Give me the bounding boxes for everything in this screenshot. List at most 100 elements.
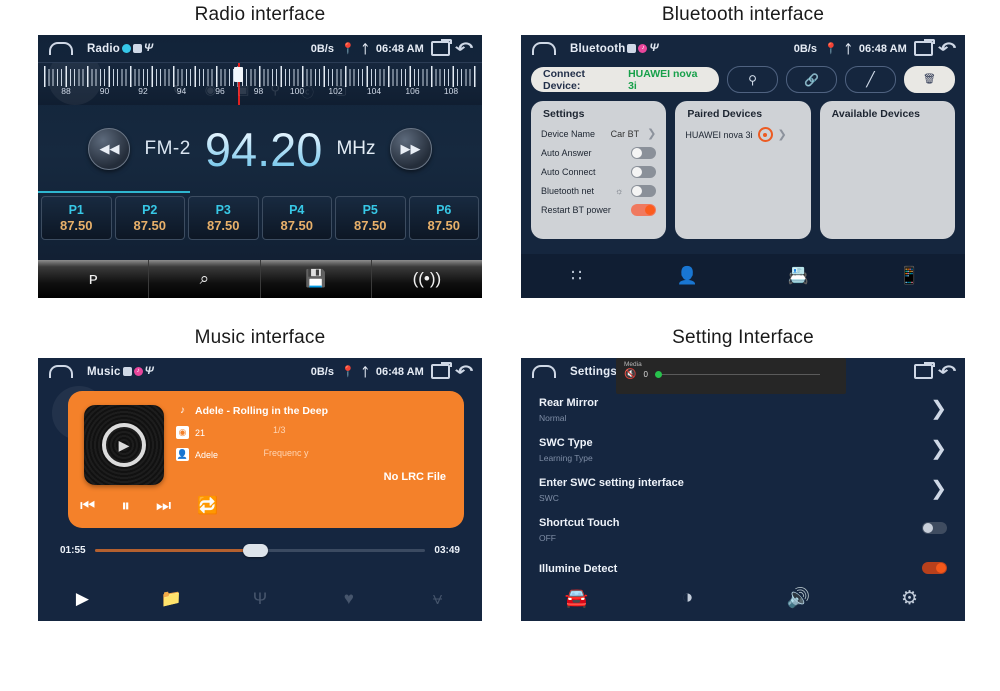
recent-apps-icon[interactable] (913, 39, 935, 56)
paired-device-row[interactable]: HUAWEI nova 3i ❯ (685, 127, 800, 142)
bt-setting-row-2[interactable]: Auto Connect (541, 166, 657, 178)
setting-row-subtitle: Normal (539, 413, 567, 423)
bluetooth-icon: ᛏ (844, 41, 852, 56)
album-art[interactable]: ▶ (84, 405, 164, 485)
app-icon-2: ♪ (133, 367, 143, 376)
status-mini-icons: ♪ Ψ (627, 42, 659, 54)
setting-row-0[interactable]: Rear Mirror Normal ❯ (539, 388, 947, 428)
data-rate-label: 0B/s (310, 365, 334, 378)
bluetooth-bottom-toolbar: ∷ 👤 📇 📱 (521, 254, 965, 298)
repeat-button[interactable]: 🔁 (197, 496, 218, 516)
link-button[interactable]: 🔗 (786, 66, 837, 93)
bt-setting-row-0[interactable]: Device Name Car BT ❯ (541, 127, 656, 140)
bt-setting-row-4[interactable]: Restart BT power (541, 204, 657, 216)
current-frequency: 94.20 (204, 122, 323, 176)
status-right-group: 0B/s 📍 ᛏ 06:48 AM ↶ (311, 39, 474, 57)
delete-button[interactable]: 🗑 (904, 66, 955, 93)
progress-slider[interactable] (94, 544, 426, 557)
setting-row-3[interactable]: Shortcut Touch OFF (539, 508, 947, 548)
volume-icon[interactable]: 🔊 (743, 586, 854, 610)
brightness-icon[interactable]: ◑ (632, 587, 743, 609)
toggle-switch[interactable] (631, 185, 657, 197)
favourite-icon[interactable]: ♥ (304, 589, 393, 609)
chevron-right-icon[interactable]: ❯ (930, 396, 947, 421)
recent-apps-icon[interactable] (430, 362, 452, 379)
bt-setting-row-3[interactable]: Bluetooth net ☼ (541, 185, 657, 197)
contacts-icon[interactable]: 👤 (632, 266, 743, 286)
status-title: Radio (87, 42, 120, 55)
next-track-button[interactable]: ⏭ (156, 496, 171, 516)
home-icon[interactable] (49, 42, 73, 55)
recent-apps-icon[interactable] (430, 39, 452, 56)
volume-mute-icon[interactable]: 🔇 (624, 369, 636, 380)
status-mini-icons: ♪ Ψ (122, 366, 154, 377)
bt-setting-row-1[interactable]: Auto Answer (541, 147, 657, 159)
usb-icon[interactable]: Ψ (216, 589, 305, 609)
chevron-right-icon[interactable]: ❯ (930, 476, 947, 501)
unlink-button[interactable]: ╱ (845, 66, 896, 93)
album-row: ◉ 21 (176, 426, 454, 439)
preset-button-3[interactable]: P3 87.50 (188, 196, 259, 240)
pause-button[interactable]: ⏸ (121, 496, 130, 516)
save-icon[interactable]: 💾 (261, 260, 372, 298)
bt-setting-label: Device Name (541, 128, 596, 139)
preset-button-2[interactable]: P2 87.50 (114, 196, 185, 240)
toggle-switch[interactable] (922, 562, 947, 574)
back-icon[interactable]: ↶ (938, 40, 957, 57)
progress-fill (94, 549, 257, 552)
dialpad-icon[interactable]: ∷ (521, 266, 632, 286)
progress-thumb[interactable] (243, 544, 269, 557)
status-right-group: ↶ (913, 362, 957, 380)
media-volume-slider[interactable] (654, 371, 820, 378)
tune-up-button[interactable]: ▶▶ (389, 128, 432, 170)
gear-icon[interactable]: ⚙ (854, 587, 965, 610)
caption-music: Music interface (194, 327, 326, 348)
toggle-switch[interactable] (631, 147, 657, 159)
toggle-switch[interactable] (922, 522, 947, 534)
setting-row-1[interactable]: SWC Type Learning Type ❯ (539, 428, 947, 468)
chevron-right-icon[interactable]: ❯ (647, 127, 656, 140)
tune-down-button[interactable]: ◀◀ (88, 128, 131, 170)
ghost-loc-icon: ⓒ (300, 85, 314, 100)
bluetooth-music-icon[interactable]: 📱 (854, 266, 965, 286)
back-icon[interactable]: ↶ (455, 363, 474, 380)
app-icon-2: ♪ (638, 44, 648, 53)
setting-row-subtitle: SWC (539, 493, 559, 503)
home-icon[interactable] (49, 365, 73, 378)
search-icon[interactable]: ⌕ (149, 260, 261, 298)
preset-button-1[interactable]: P1 87.50 (41, 196, 112, 240)
setting-bottom-toolbar: 🚘 ◑ 🔊 ⚙ (521, 575, 965, 621)
home-icon[interactable] (532, 42, 556, 55)
call-log-icon[interactable]: 📇 (743, 266, 854, 286)
preset-label: P2 (142, 203, 158, 217)
back-icon[interactable]: ↶ (938, 363, 957, 380)
toggle-switch[interactable] (631, 204, 657, 216)
media-volume-thumb[interactable] (654, 371, 662, 378)
equalizer-icon[interactable]: ⩝ (393, 589, 482, 609)
folder-music-icon[interactable]: 📁 (127, 589, 216, 609)
toggle-switch[interactable] (631, 166, 657, 178)
chevron-right-icon[interactable]: ❯ (778, 128, 787, 141)
recent-apps-icon[interactable] (913, 362, 935, 379)
rds-icon[interactable]: ((•)) (372, 260, 482, 298)
back-icon[interactable]: ↶ (455, 40, 474, 57)
chevron-right-icon[interactable]: ❯ (930, 436, 947, 461)
home-icon[interactable] (532, 365, 556, 378)
car-icon[interactable]: 🚘 (521, 586, 632, 610)
preset-button-6[interactable]: P6 87.50 (408, 196, 479, 240)
status-mini-icons: Ψ (121, 43, 153, 54)
search-device-button[interactable]: ⚲ (727, 66, 778, 93)
connect-device-field[interactable]: Connect Device: HUAWEI nova 3i (531, 67, 719, 92)
play-overlay-icon[interactable]: ▶ (102, 423, 146, 467)
track-title-row: ♪ Adele - Rolling in the Deep (176, 404, 454, 417)
usb-icon: Ψ (649, 42, 659, 54)
previous-track-button[interactable]: ⏮ (80, 496, 95, 516)
ghost-search-icon: ⚲ (270, 82, 280, 97)
preset-button-5[interactable]: P5 87.50 (335, 196, 406, 240)
play-icon[interactable]: ▶ (38, 589, 127, 609)
setting-row-2[interactable]: Enter SWC setting interface SWC ❯ (539, 468, 947, 508)
music-bottom-toolbar: ▶ 📁 Ψ ♥ ⩝ (38, 577, 482, 621)
app-icon-1 (121, 44, 131, 53)
band-icon[interactable]: ᴩ (38, 260, 150, 298)
preset-button-4[interactable]: P4 87.50 (261, 196, 332, 240)
